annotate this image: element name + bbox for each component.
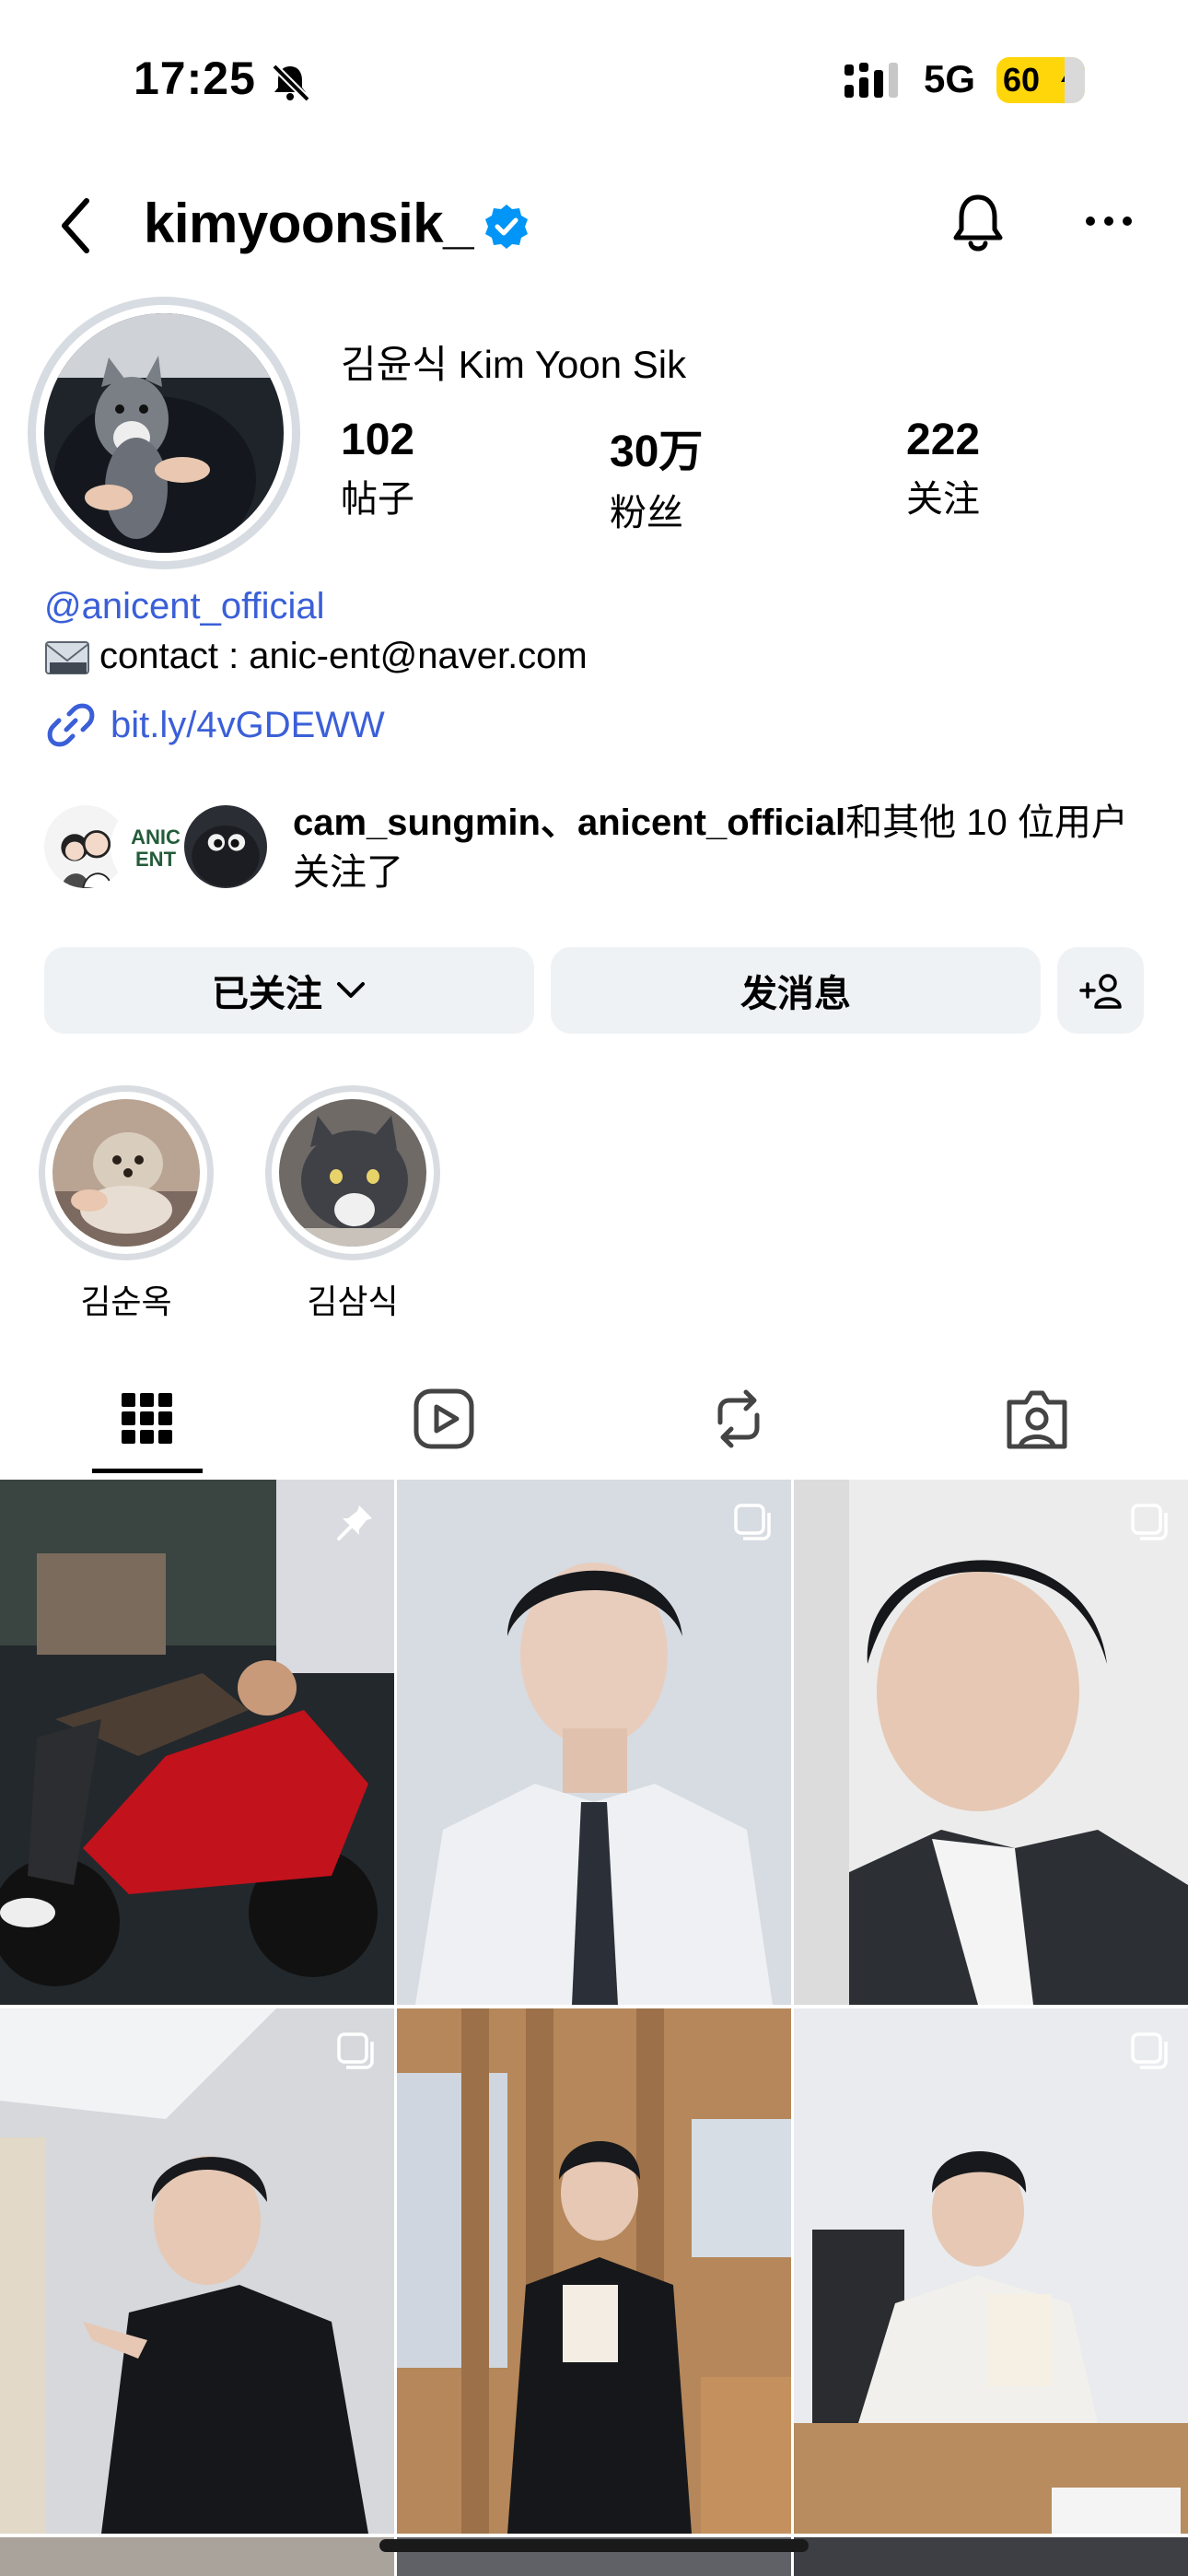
post-thumbnail[interactable] (0, 1480, 394, 2005)
post-image (397, 1480, 791, 2005)
verified-badge-icon (485, 205, 528, 249)
add-user-icon (1079, 974, 1122, 1009)
post-thumbnail[interactable] (397, 1480, 791, 2005)
bio-mention-link[interactable]: @anicent_official (44, 586, 325, 627)
post-image (0, 2537, 394, 2576)
bio-contact: contact : anic-ent@naver.com (44, 636, 588, 677)
svg-text:ENT: ENT (135, 848, 177, 871)
avatar-photo (44, 313, 284, 553)
bio-external-link[interactable]: bit.ly/4vGDEWW (44, 698, 385, 752)
full-name: 김윤식 Kim Yoon Sik (341, 343, 687, 386)
highlight-label: 김순옥 (80, 1282, 172, 1320)
post-image (794, 2008, 1188, 2534)
message-label: 发消息 (740, 974, 851, 1014)
svg-text:ANIC: ANIC (131, 825, 181, 849)
followed-by-text[interactable]: cam_sungmin、anicent_official和其他 10 位用户关注… (293, 798, 1149, 897)
notification-bell-icon[interactable] (949, 192, 1007, 258)
highlight-label: 김삼식 (307, 1282, 399, 1320)
active-tab-indicator (92, 1469, 203, 1473)
carousel-icon (337, 2032, 374, 2069)
profile-tabs (0, 1364, 1188, 1476)
back-arrow-icon[interactable] (53, 193, 99, 258)
stat-label: 粉丝 (610, 493, 683, 533)
following-count[interactable]: 222 关注 (906, 415, 980, 522)
stat-value: 102 (341, 416, 415, 464)
story-highlight[interactable]: 김삼식 (265, 1085, 440, 1323)
battery-level: 60 (1003, 61, 1041, 99)
stat-value: 30万 (610, 427, 704, 476)
link-icon (47, 703, 95, 747)
bio-link-text: bit.ly/4vGDEWW (111, 704, 385, 745)
highlight-cover (52, 1099, 200, 1247)
following-button[interactable]: 已关注 (44, 947, 534, 1034)
carousel-icon (1131, 2032, 1168, 2069)
followers-count[interactable]: 30万 粉丝 (610, 415, 703, 536)
stat-label: 帖子 (341, 479, 414, 520)
carousel-icon (1131, 1504, 1168, 1540)
repost-icon[interactable] (702, 1382, 775, 1456)
suggest-users-button[interactable] (1057, 947, 1144, 1034)
message-button[interactable]: 发消息 (551, 947, 1041, 1034)
signal-icon (844, 63, 898, 98)
stat-label: 关注 (906, 479, 980, 520)
bio-contact-text: contact : anic-ent@naver.com (99, 636, 588, 676)
post-image (794, 1480, 1188, 2005)
post-thumbnail[interactable] (794, 2537, 1188, 2576)
mutual-followers-avatars[interactable]: ANIC ENT (41, 802, 276, 894)
post-image (397, 2008, 791, 2534)
silent-bell-icon (272, 64, 310, 102)
post-thumbnail[interactable] (794, 2008, 1188, 2534)
chevron-down-icon (337, 982, 365, 998)
pin-icon (337, 1505, 372, 1540)
grid-icon[interactable] (111, 1382, 184, 1456)
status-bar: 17:25 5G 60 (0, 0, 1188, 157)
post-thumbnail[interactable] (0, 2008, 394, 2534)
profile-avatar[interactable] (28, 297, 300, 569)
envelope-icon (45, 640, 89, 674)
mutual-avatar (181, 802, 271, 892)
reels-icon[interactable] (407, 1382, 481, 1456)
story-highlight[interactable]: 김순옥 (39, 1085, 214, 1323)
post-image (0, 2008, 394, 2534)
following-label: 已关注 (212, 974, 322, 1014)
highlight-cover (279, 1099, 426, 1247)
username: kimyoonsik_ (144, 193, 474, 254)
carousel-icon (734, 1504, 771, 1540)
battery-indicator: 60 (996, 57, 1085, 103)
stat-value: 222 (906, 416, 981, 464)
followed-by-names: cam_sungmin、anicent_official (293, 802, 846, 843)
posts-count[interactable]: 102 帖子 (341, 415, 414, 522)
post-image (794, 2537, 1188, 2576)
profile-header: kimyoonsik_ (0, 175, 1188, 276)
post-thumbnail[interactable] (794, 1480, 1188, 2005)
home-indicator[interactable] (379, 2539, 809, 2552)
tagged-icon[interactable] (1000, 1382, 1074, 1456)
more-options-icon[interactable] (1083, 212, 1135, 230)
network-label: 5G (924, 57, 976, 100)
post-image (0, 1480, 394, 2005)
post-thumbnail[interactable] (0, 2537, 394, 2576)
status-time: 17:25 (134, 53, 256, 104)
post-thumbnail[interactable] (397, 2008, 791, 2534)
